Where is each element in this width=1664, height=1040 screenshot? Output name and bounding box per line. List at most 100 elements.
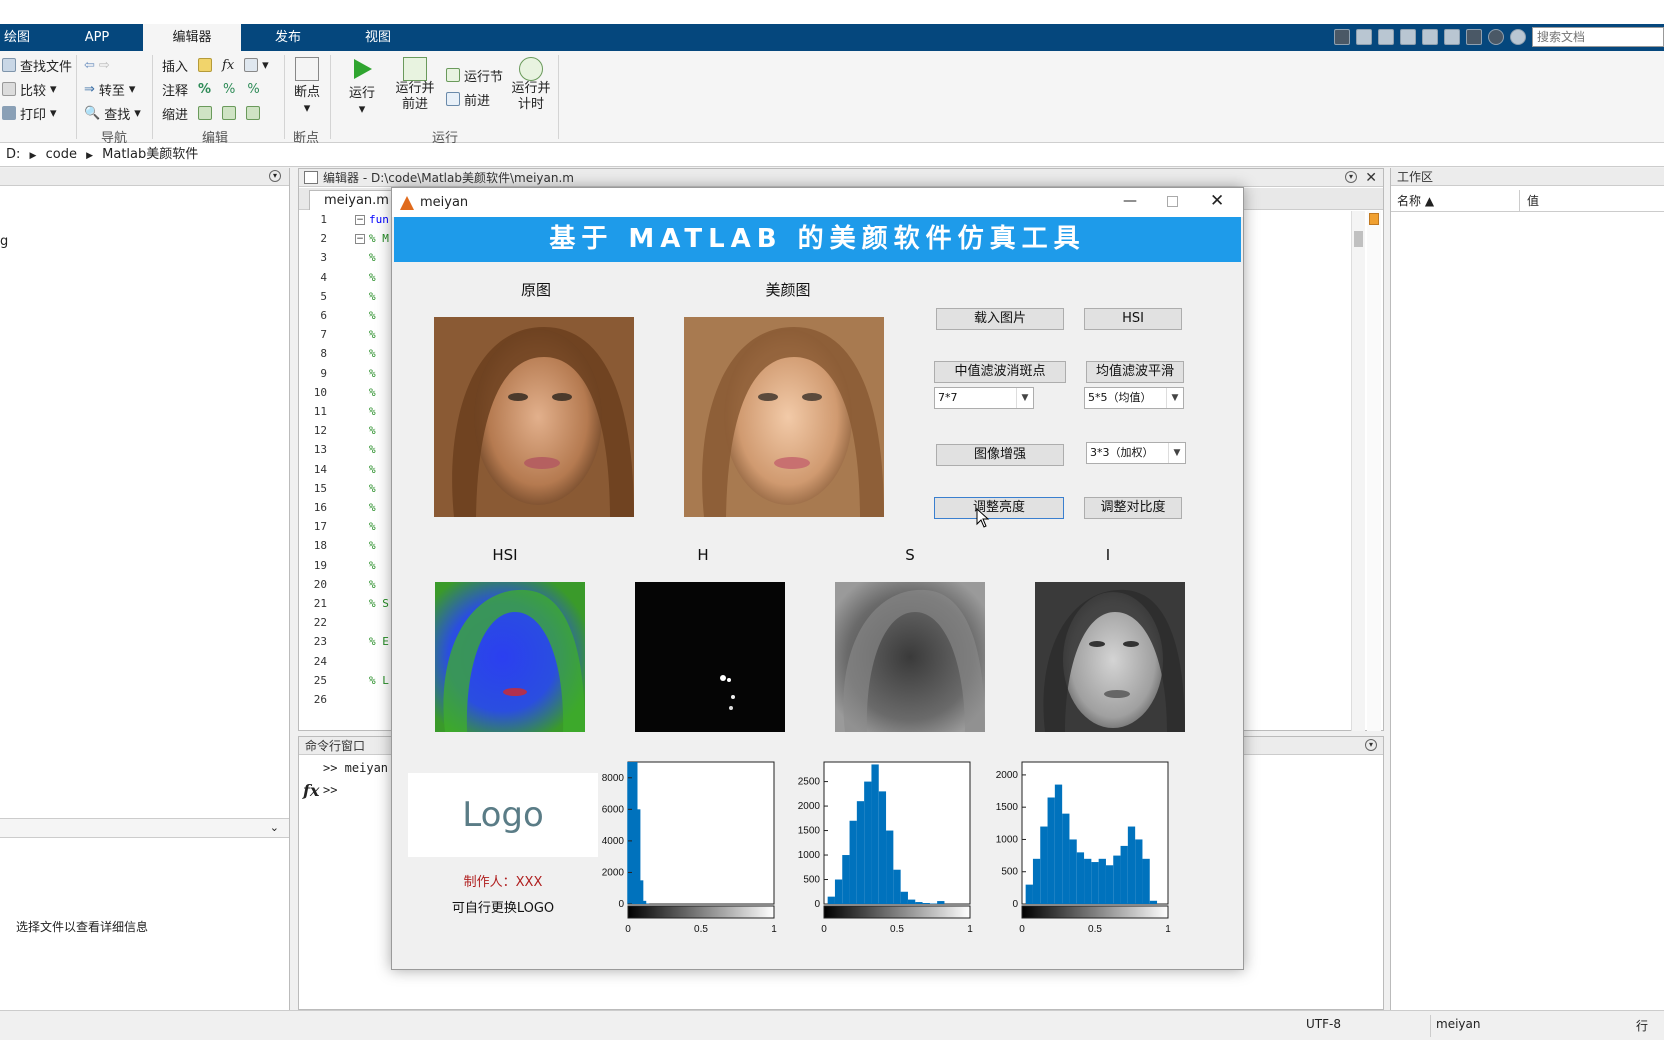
save-icon[interactable] [1334,29,1350,45]
code-line[interactable]: % [369,367,376,380]
fold-toggle-icon[interactable]: − [355,215,365,225]
tab-publish[interactable]: 发布 [258,24,318,51]
workspace-col-value[interactable]: 值 [1527,190,1539,212]
code-line[interactable]: % [369,386,376,399]
fold-toggle-icon[interactable]: − [355,234,365,245]
compare-icon [2,82,16,96]
x-tick-label: 0.5 [694,924,708,935]
help-icon[interactable] [1488,29,1504,45]
goto-button[interactable]: ⇒ 转至 ▾ [84,79,135,99]
details-header[interactable]: ⌄ [0,818,289,838]
fx-icon[interactable]: fx [303,781,319,800]
address-part[interactable]: Matlab美颜软件 [102,147,198,162]
mouse-cursor-icon [976,508,990,528]
tab-meiyan-m[interactable]: meiyan.m [309,190,404,210]
code-line[interactable]: % [369,424,376,437]
close-icon[interactable]: ✕ [1365,169,1377,187]
line-number: 8 [320,347,327,361]
tab-view[interactable]: 视图 [348,24,408,51]
cut-icon[interactable] [1356,29,1372,45]
median-size-select[interactable]: 7*7 ▼ [934,387,1034,409]
address-part[interactable]: D: [6,147,20,162]
command-prompt[interactable]: >> [323,783,337,797]
run-and-time-button[interactable]: 运行并 计时 [510,57,552,113]
workspace-col-name[interactable]: 名称 ▲ [1397,190,1434,212]
compare-button[interactable]: 比较 ▾ [2,79,57,99]
hsi-button[interactable]: HSI [1084,308,1182,330]
histogram-bar [1142,858,1150,904]
code-line[interactable]: % [369,290,376,303]
options-icon[interactable] [1510,29,1526,45]
insert-section-icon [198,58,213,72]
search-docs-input[interactable] [1532,27,1664,47]
enhance-select[interactable]: 3*3（加权） ▼ [1086,442,1186,464]
fx-icon[interactable]: fx [222,58,234,73]
address-bar[interactable]: D: ▶ code ▶ Matlab美颜软件 [0,143,1664,167]
code-line[interactable]: fun [369,213,389,226]
code-line[interactable]: % [369,463,376,476]
adjust-contrast-button[interactable]: 调整对比度 [1084,497,1182,519]
histogram-bar [893,869,901,904]
line-number: 23 [313,635,327,649]
code-line[interactable]: % [369,405,376,418]
mean-filter-button[interactable]: 均值滤波平滑 [1086,361,1184,383]
indent-button[interactable]: 缩进 [162,103,261,123]
run-section-button[interactable]: 运行节 [446,65,503,85]
editor-menu-icon[interactable]: ▾ [1345,171,1357,183]
scrollbar-thumb[interactable] [1354,231,1363,247]
image-enhance-button[interactable]: 图像增强 [936,444,1064,466]
goto-icon: ⇒ [84,81,95,97]
redo-icon[interactable] [1444,29,1460,45]
code-line[interactable]: % [369,347,376,360]
address-part[interactable]: code [46,147,77,162]
switch-windows-icon[interactable] [1466,29,1482,45]
insert-button[interactable]: 插入 fx ▾ [162,55,269,75]
tab-apps[interactable]: APP [72,24,122,51]
run-button[interactable]: 运行 ▾ [344,57,380,118]
tab-plots[interactable]: 绘图 [0,24,34,51]
advance-button[interactable]: 前进 [446,89,490,109]
code-analyzer-bar [1367,211,1381,731]
code-line[interactable]: % [369,539,376,552]
code-line[interactable]: % [369,501,376,514]
code-line[interactable]: % S [369,597,389,610]
line-number: 15 [313,481,327,495]
print-button[interactable]: 打印 ▾ [2,103,57,123]
code-line[interactable]: % [369,251,376,264]
median-filter-button[interactable]: 中值滤波消斑点 [934,361,1066,383]
run-advance-button[interactable]: 运行并 前进 [394,57,436,113]
code-line[interactable]: % E [369,635,389,648]
figure-title-bar[interactable]: meiyan — ✕ [392,188,1243,217]
back-forward-arrows[interactable]: ⇦ ⇨ [84,55,110,75]
code-line[interactable]: % [369,520,376,533]
code-line[interactable]: % M [369,232,389,245]
code-line[interactable]: % [369,328,376,341]
breakpoints-button[interactable]: 断点 ▾ [290,57,324,117]
cmd-menu-icon[interactable]: ▾ [1365,739,1377,751]
code-line[interactable]: % [369,271,376,284]
copy-icon[interactable] [1378,29,1394,45]
warning-indicator-icon[interactable] [1369,213,1379,225]
panel-menu-icon[interactable]: ▾ [269,170,281,182]
mean-size-select[interactable]: 5*5（均值） ▼ [1084,387,1184,409]
code-line[interactable]: % [369,578,376,591]
maximize-icon[interactable] [1167,196,1178,207]
close-icon[interactable]: ✕ [1210,191,1224,211]
code-line[interactable]: % [369,482,376,495]
tab-editor[interactable]: 编辑器 [143,24,241,51]
paste-icon[interactable] [1400,29,1416,45]
code-line[interactable]: % [369,559,376,572]
comment-button[interactable]: 注释%%% [162,79,260,99]
minimize-icon[interactable]: — [1123,193,1137,209]
code-line[interactable]: % [369,309,376,322]
code-line[interactable]: % L [369,674,389,687]
code-line[interactable]: % [369,443,376,456]
find-button[interactable]: 🔍 查找 ▾ [84,103,141,123]
undo-icon[interactable] [1422,29,1438,45]
chevron-down-icon[interactable]: ⌄ [270,821,279,834]
editor-header: 编辑器 - D:\code\Matlab美颜软件\meiyan.m ▾ ✕ [299,169,1383,187]
editor-scrollbar[interactable] [1351,211,1365,731]
load-image-button[interactable]: 载入图片 [936,308,1064,330]
find-files-button[interactable]: 查找文件 [2,55,72,75]
adjust-brightness-button[interactable]: 调整亮度 [934,497,1064,519]
